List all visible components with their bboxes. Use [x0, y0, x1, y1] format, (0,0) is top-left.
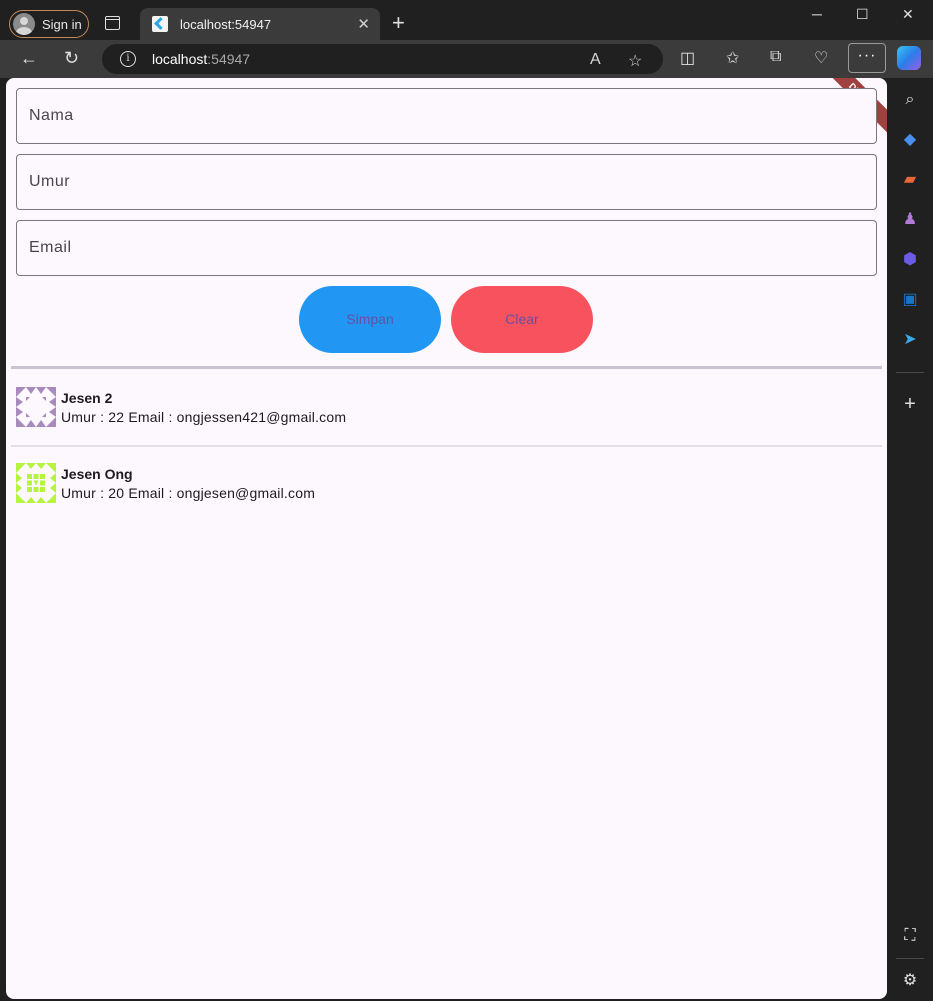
address-bar[interactable]: i localhost :54947 A ☆: [102, 44, 663, 74]
sidebar-divider-bottom: [896, 958, 924, 959]
tab-localhost[interactable]: localhost:54947 ✕: [140, 8, 380, 40]
url-host: localhost: [152, 51, 208, 67]
browser-essentials-icon[interactable]: ♡: [814, 48, 828, 68]
user-detail: Umur : 22 Email : ongjessen421@gmail.com: [61, 409, 347, 425]
list-item[interactable]: Jesen Ong Umur : 20 Email : ongjesen@gma…: [16, 462, 876, 506]
user-name: Jesen 2: [61, 390, 113, 406]
settings-more-icon[interactable]: ···: [848, 43, 886, 73]
shopping-tag-icon[interactable]: ◆: [900, 130, 920, 150]
list-item[interactable]: Jesen 2 Umur : 22 Email : ongjessen421@g…: [16, 386, 876, 430]
identicon-avatar-icon: [16, 387, 56, 427]
outlook-icon[interactable]: ▣: [900, 290, 920, 310]
user-detail: Umur : 20 Email : ongjesen@gmail.com: [61, 485, 316, 501]
tab-title: localhost:54947: [180, 16, 272, 32]
email-field[interactable]: [16, 220, 877, 276]
umur-input[interactable]: [17, 155, 876, 209]
sign-in-button[interactable]: Sign in: [9, 10, 89, 38]
refresh-icon[interactable]: ↻: [64, 48, 79, 69]
nama-input[interactable]: [17, 89, 876, 143]
app-page: DEBUG Simpan Clear Jesen 2 Umur : 22 Ema…: [6, 78, 887, 999]
url-port: :54947: [207, 51, 251, 67]
edge-sidebar: ⌕ ◆ ▰ ♟ ⬢ ▣ ➤ + ⛶ ⚙: [887, 78, 933, 1001]
split-screen-icon[interactable]: ◫: [680, 48, 695, 68]
tools-icon[interactable]: ▰: [900, 170, 920, 190]
form-divider: [11, 366, 882, 369]
list-divider: [11, 445, 882, 447]
new-tab-icon[interactable]: +: [392, 10, 405, 36]
back-icon[interactable]: ←: [20, 48, 38, 69]
browser-toolbar: ← ↻ i localhost :54947 A ☆ ◫ ✩ ⧉ ♡ ···: [0, 40, 933, 78]
tab-close-icon[interactable]: ✕: [357, 15, 370, 33]
umur-field[interactable]: [16, 154, 877, 210]
search-icon[interactable]: ⌕: [900, 90, 920, 110]
maximize-icon[interactable]: ☐: [856, 6, 869, 23]
sidebar-divider: [896, 372, 924, 373]
clear-button[interactable]: Clear: [451, 286, 593, 353]
site-info-icon[interactable]: i: [120, 51, 136, 67]
identicon-avatar-icon: [16, 463, 56, 503]
drop-send-icon[interactable]: ➤: [900, 330, 920, 350]
microsoft-365-icon[interactable]: ⬢: [900, 250, 920, 270]
email-input[interactable]: [17, 221, 876, 275]
add-sidebar-app-icon[interactable]: +: [900, 394, 920, 414]
tab-actions-icon[interactable]: [105, 16, 120, 30]
browser-titlebar: Sign in localhost:54947 ✕ + ─ ☐ ✕: [0, 0, 933, 40]
nama-field[interactable]: [16, 88, 877, 144]
window-close-icon[interactable]: ✕: [902, 6, 914, 23]
favorites-icon[interactable]: ✩: [726, 48, 739, 68]
games-icon[interactable]: ♟: [900, 210, 920, 230]
favorite-star-icon[interactable]: ☆: [628, 51, 642, 71]
screenshot-icon[interactable]: ⛶: [900, 926, 920, 946]
sign-in-label: Sign in: [42, 16, 82, 32]
simpan-button[interactable]: Simpan: [299, 286, 441, 353]
minimize-icon[interactable]: ─: [812, 6, 822, 22]
sidebar-settings-gear-icon[interactable]: ⚙: [900, 971, 920, 991]
user-name: Jesen Ong: [61, 466, 133, 482]
profile-avatar-icon: [13, 13, 35, 35]
copilot-icon[interactable]: [897, 46, 921, 70]
collections-icon[interactable]: ⧉: [770, 48, 781, 66]
read-aloud-icon[interactable]: A: [590, 51, 601, 69]
flutter-favicon-icon: [152, 16, 168, 32]
